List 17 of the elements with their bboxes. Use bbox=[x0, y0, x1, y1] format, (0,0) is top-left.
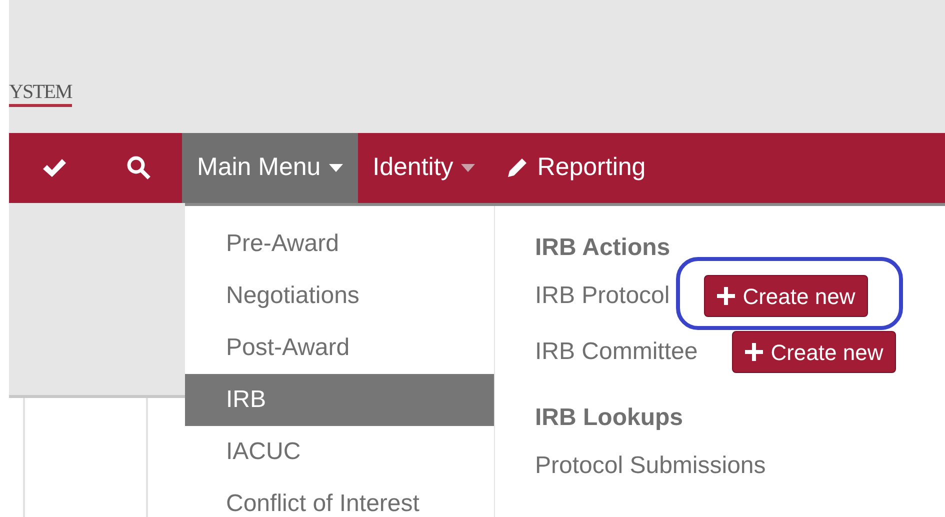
create-new-button[interactable]: Create new bbox=[732, 331, 896, 373]
plus-icon bbox=[744, 343, 763, 361]
caret-icon bbox=[461, 164, 476, 172]
nav-menu-item[interactable]: Identity bbox=[358, 133, 490, 203]
section-heading: IRB Actions bbox=[535, 233, 672, 263]
pencil-icon bbox=[505, 156, 530, 180]
menu-link[interactable]: Protocol Submissions bbox=[535, 448, 766, 484]
plus-icon bbox=[716, 287, 735, 305]
menu-item[interactable]: IRB bbox=[185, 374, 494, 426]
nav-menu-item[interactable]: Reporting bbox=[490, 133, 661, 203]
section-heading: IRB Lookups bbox=[535, 403, 684, 433]
menu-link[interactable]: IRB Committee bbox=[535, 334, 698, 370]
caret-icon bbox=[328, 164, 343, 172]
menu-link[interactable]: IRB Protocol bbox=[535, 278, 670, 314]
brand-logo-text: YSTEM bbox=[9, 82, 72, 107]
nav-menu-item[interactable]: Main Menu bbox=[182, 133, 358, 203]
create-new-button[interactable]: Create new bbox=[704, 275, 868, 317]
